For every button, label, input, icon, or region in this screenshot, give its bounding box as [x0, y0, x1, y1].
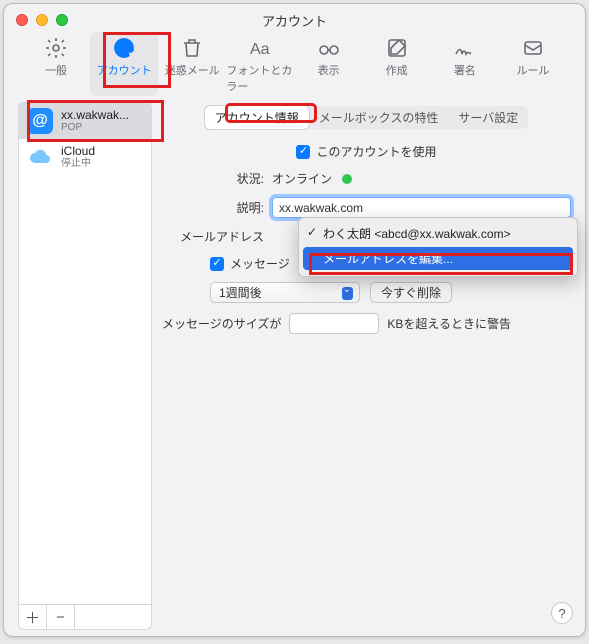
tab-server-settings[interactable]: サーバ設定	[448, 106, 528, 129]
tab-rules[interactable]: ルール	[499, 32, 567, 96]
tab-fonts[interactable]: Aa フォントとカラー	[226, 32, 294, 96]
tab-accounts[interactable]: アカウント	[90, 32, 158, 96]
minimize-window-icon[interactable]	[36, 14, 48, 26]
email-label: メールアドレス	[162, 228, 272, 245]
compose-icon	[383, 36, 411, 60]
message-checkbox-label: メッセージ	[230, 255, 290, 272]
toolbar-label: 署名	[454, 62, 476, 78]
at-icon	[110, 36, 138, 60]
tab-viewing[interactable]: 表示	[295, 32, 363, 96]
at-icon: @	[27, 108, 53, 134]
tab-junk[interactable]: 迷惑メール	[158, 32, 226, 96]
tab-mailbox-behaviors[interactable]: メールボックスの特性	[309, 106, 449, 129]
tab-compose[interactable]: 作成	[363, 32, 431, 96]
tab-account-info[interactable]: アカウント情報	[205, 106, 309, 129]
trash-icon	[178, 36, 206, 60]
status-label: 状況:	[162, 170, 272, 187]
description-label: 説明:	[162, 199, 272, 216]
status-value: オンライン	[272, 170, 332, 187]
sidebar-item-icloud[interactable]: iCloud 停止中	[19, 139, 151, 175]
cloud-icon	[27, 144, 53, 170]
content-pane: アカウント情報 メールボックスの特性 サーバ設定 このアカウントを使用 状況: …	[162, 102, 571, 630]
message-checkbox[interactable]	[210, 257, 224, 271]
account-type: POP	[61, 122, 129, 133]
preferences-window: アカウント 一般 アカウント 迷惑メール Aa フォントとカラー 表示 作成	[3, 3, 586, 637]
tab-signatures[interactable]: 署名	[431, 32, 499, 96]
tab-general[interactable]: 一般	[22, 32, 90, 96]
toolbar-label: アカウント	[97, 62, 152, 78]
toolbar-label: ルール	[516, 62, 549, 78]
status-indicator-icon	[342, 174, 352, 184]
close-window-icon[interactable]	[16, 14, 28, 26]
toolbar-label: フォントとカラー	[226, 62, 294, 94]
svg-text:Aa: Aa	[250, 41, 270, 58]
toolbar-label: 表示	[318, 62, 340, 78]
gear-icon	[42, 36, 70, 60]
account-status: 停止中	[61, 158, 95, 169]
preferences-toolbar: 一般 アカウント 迷惑メール Aa フォントとカラー 表示 作成 署名 ルール	[4, 32, 585, 102]
font-icon: Aa	[246, 36, 274, 60]
accounts-sidebar: @ xx.wakwak... POP iCloud 停止中	[18, 102, 152, 630]
rules-icon	[519, 36, 547, 60]
help-button[interactable]: ?	[551, 602, 573, 624]
signature-icon	[451, 36, 479, 60]
remove-account-button[interactable]: −	[47, 605, 75, 629]
sidebar-footer: ＋ −	[19, 604, 151, 629]
zoom-window-icon[interactable]	[56, 14, 68, 26]
description-value: xx.wakwak.com	[279, 201, 363, 215]
titlebar: アカウント	[4, 4, 585, 32]
window-title: アカウント	[4, 4, 585, 30]
toolbar-label: 一般	[45, 62, 67, 78]
description-field[interactable]: xx.wakwak.com	[272, 197, 571, 218]
retention-select[interactable]: 1週間後	[210, 282, 360, 303]
enable-account-label: このアカウントを使用	[316, 143, 436, 160]
email-address-dropdown: わく太朗 <abcd@xx.wakwak.com> メールアドレスを編集...	[298, 217, 578, 277]
size-field[interactable]	[289, 313, 379, 334]
size-label: メッセージのサイズが	[162, 315, 281, 332]
sidebar-item-wakwak[interactable]: @ xx.wakwak... POP	[19, 103, 151, 139]
traffic-lights	[16, 14, 68, 26]
size-unit-label: KBを超えるときに警告	[387, 315, 511, 332]
add-account-button[interactable]: ＋	[19, 605, 47, 629]
account-name: xx.wakwak...	[61, 109, 129, 122]
toolbar-label: 迷惑メール	[165, 62, 220, 78]
toolbar-label: 作成	[386, 62, 408, 78]
glasses-icon	[315, 36, 343, 60]
dropdown-item-current[interactable]: わく太朗 <abcd@xx.wakwak.com>	[299, 222, 577, 245]
dropdown-item-edit[interactable]: メールアドレスを編集...	[303, 247, 573, 270]
content-tabs: アカウント情報 メールボックスの特性 サーバ設定	[205, 106, 529, 129]
delete-now-button[interactable]: 今すぐ削除	[370, 282, 452, 303]
enable-account-checkbox[interactable]	[296, 145, 310, 159]
account-name: iCloud	[61, 145, 95, 158]
